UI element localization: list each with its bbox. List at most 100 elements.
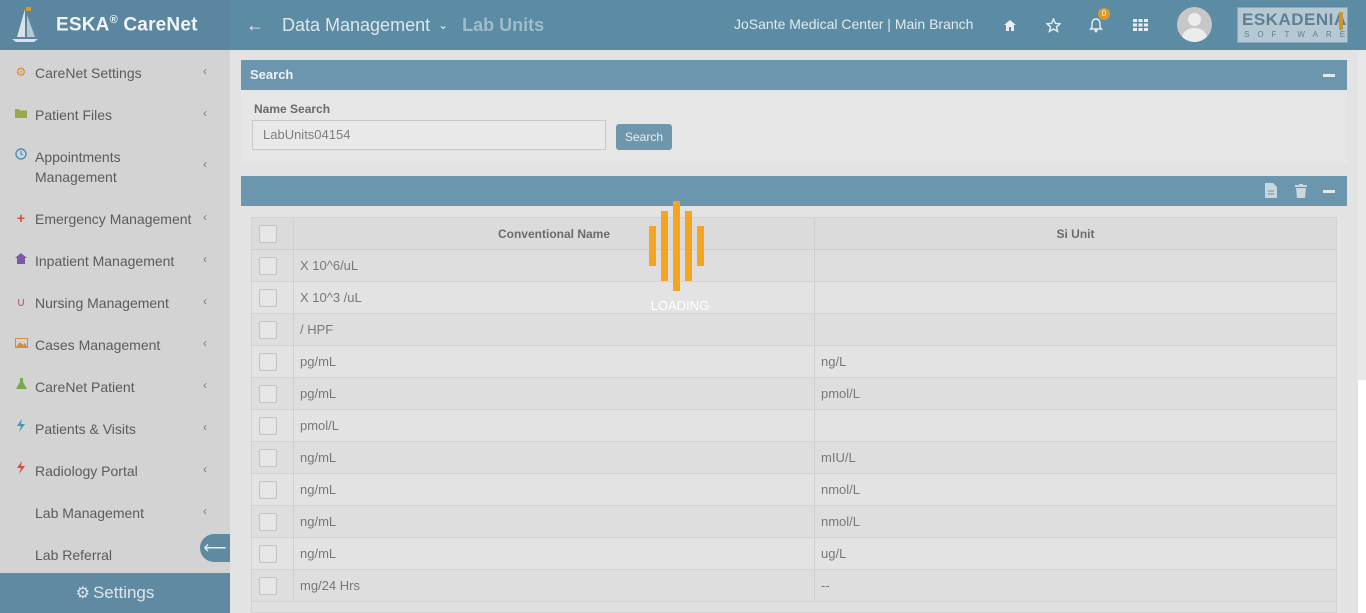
- cell-conventional-name: X 10^3 /uL: [300, 290, 362, 305]
- page-edge: [1358, 380, 1366, 613]
- sidebar-item-label: Lab Referral: [35, 547, 113, 563]
- cell-si-unit: pmol/L: [821, 386, 861, 401]
- bell-icon[interactable]: 0: [1084, 8, 1110, 37]
- table-row[interactable]: ng/mL ug/L: [252, 538, 1336, 570]
- table-row[interactable]: X 10^6/uL: [252, 250, 1336, 282]
- cell-conventional-name: ng/mL: [300, 514, 337, 529]
- folder-icon: [14, 105, 28, 123]
- name-search-input[interactable]: LabUnits04154: [252, 120, 606, 150]
- settings-button[interactable]: ⚙ Settings: [0, 573, 230, 613]
- select-all-checkbox[interactable]: [259, 225, 277, 243]
- star-icon[interactable]: [1041, 13, 1065, 37]
- cell-conventional-name: ng/mL: [300, 546, 337, 561]
- row-checkbox[interactable]: [259, 257, 277, 275]
- table-row[interactable]: ng/mL nmol/L: [252, 474, 1336, 506]
- row-checkbox[interactable]: [259, 481, 277, 499]
- row-checkbox[interactable]: [259, 289, 277, 307]
- table-row[interactable]: pg/mL ng/L: [252, 346, 1336, 378]
- table-row[interactable]: / HPF: [252, 314, 1336, 346]
- column-header-conventional-name[interactable]: Conventional Name: [294, 227, 814, 241]
- cell-conventional-name: pg/mL: [300, 354, 337, 369]
- user-avatar[interactable]: [1177, 7, 1212, 42]
- sidebar-item-patient-files[interactable]: Patient Files ‹: [0, 105, 230, 125]
- flask-icon: [14, 377, 28, 395]
- home-icon[interactable]: [998, 13, 1022, 37]
- breadcrumb-current: Lab Units: [462, 14, 545, 35]
- sidebar-item-cases[interactable]: Cases Management ‹: [0, 335, 230, 355]
- trash-icon[interactable]: [1293, 176, 1309, 208]
- sidebar-item-carenet-patient[interactable]: CareNet Patient ‹: [0, 377, 230, 397]
- row-checkbox[interactable]: [259, 449, 277, 467]
- cell-si-unit: ug/L: [821, 546, 847, 561]
- row-checkbox[interactable]: [259, 385, 277, 403]
- sidebar-item-nursing[interactable]: ∪ Nursing Management ‹: [0, 293, 230, 313]
- chevron-down-icon[interactable]: ⌄: [438, 18, 448, 32]
- sidebar-item-label: Nursing Management: [35, 295, 169, 311]
- cell-conventional-name: / HPF: [300, 322, 334, 337]
- bolt-icon: [14, 461, 28, 479]
- breadcrumb-data-management[interactable]: Data Management: [282, 15, 430, 36]
- chevron-left-icon: ‹: [203, 504, 207, 518]
- main-content: Search Name Search LabUnits04154 Search …: [230, 50, 1358, 613]
- row-checkbox[interactable]: [259, 513, 277, 531]
- clock-icon: [14, 147, 28, 165]
- loading-text: LOADING: [650, 298, 710, 313]
- sidebar-item-carenet-settings[interactable]: ⚙ CareNet Settings ‹: [0, 63, 230, 83]
- row-checkbox[interactable]: [259, 353, 277, 371]
- collapse-sidebar-icon[interactable]: ⟵: [200, 534, 230, 562]
- settings-label: Settings: [92, 583, 155, 602]
- search-button[interactable]: Search: [616, 124, 672, 150]
- table-row[interactable]: mg/24 Hrs --: [252, 570, 1336, 602]
- sidebar-item-lab-management[interactable]: Lab Management ‹: [0, 503, 230, 523]
- lab-units-table: Conventional Name Si Unit X 10^6/uL X 10^…: [251, 217, 1337, 613]
- row-checkbox[interactable]: [259, 321, 277, 339]
- cell-conventional-name: ng/mL: [300, 450, 337, 465]
- sidebar-item-label: Radiology Portal: [35, 463, 138, 479]
- sidebar-item-emergency[interactable]: + Emergency Management ‹: [0, 209, 230, 229]
- sidebar-item-label: Appointments Management: [35, 149, 121, 185]
- cell-conventional-name: ng/mL: [300, 482, 337, 497]
- loading-indicator: LOADING: [640, 198, 720, 318]
- sidebar-item-inpatient[interactable]: Inpatient Management ‹: [0, 251, 230, 271]
- bolt-icon: [14, 419, 28, 437]
- chevron-left-icon: ‹: [203, 64, 207, 78]
- collapse-minus-icon[interactable]: [1323, 190, 1335, 193]
- home-icon: [14, 251, 28, 269]
- eskadenia-software-logo: ESKADENIA SOFTWARE: [1237, 7, 1348, 43]
- sidebar-item-label: Lab Management: [35, 505, 144, 521]
- table-row[interactable]: ng/mL mIU/L: [252, 442, 1336, 474]
- row-checkbox[interactable]: [259, 545, 277, 563]
- sidebar-item-radiology[interactable]: Radiology Portal ‹: [0, 461, 230, 481]
- sidebar-item-lab-referral[interactable]: Lab Referral: [0, 545, 230, 565]
- sidebar-item-label: Emergency Management: [35, 211, 192, 227]
- sidebar-item-patients-visits[interactable]: Patients & Visits ‹: [0, 419, 230, 439]
- brand[interactable]: ESKA® CareNet: [0, 0, 230, 50]
- row-checkbox[interactable]: [259, 417, 277, 435]
- table-row[interactable]: ng/mL nmol/L: [252, 506, 1336, 538]
- cell-si-unit: nmol/L: [821, 482, 861, 497]
- cell-si-unit: ng/L: [821, 354, 847, 369]
- chevron-left-icon: ‹: [203, 106, 207, 120]
- sidebar-item-label: Inpatient Management: [35, 253, 175, 269]
- column-header-si-unit[interactable]: Si Unit: [815, 227, 1336, 241]
- chevron-left-icon: ‹: [203, 462, 207, 476]
- table-row[interactable]: pg/mL pmol/L: [252, 378, 1336, 410]
- chevron-left-icon: ‹: [203, 252, 207, 266]
- search-panel-body: Name Search LabUnits04154 Search: [241, 90, 1347, 164]
- table-row[interactable]: pmol/L: [252, 410, 1336, 442]
- table-row[interactable]: X 10^3 /uL: [252, 282, 1336, 314]
- row-checkbox[interactable]: [259, 577, 277, 595]
- sidebar-item-appointments[interactable]: Appointments Management ‹: [0, 147, 230, 187]
- cell-conventional-name: pg/mL: [300, 386, 337, 401]
- collapse-minus-icon[interactable]: [1323, 74, 1335, 77]
- cell-conventional-name: mg/24 Hrs: [300, 578, 360, 593]
- sidebar-item-label: Patients & Visits: [35, 421, 136, 437]
- grid-menu-icon[interactable]: [1128, 13, 1152, 37]
- cell-conventional-name: X 10^6/uL: [300, 258, 359, 273]
- export-file-icon[interactable]: [1263, 176, 1279, 208]
- page-scrollbar-track[interactable]: [1358, 50, 1366, 380]
- gear-icon: ⚙: [75, 585, 90, 602]
- back-arrow-icon[interactable]: ←: [244, 15, 266, 36]
- center-branch-name[interactable]: JoSante Medical Center | Main Branch: [734, 16, 973, 32]
- chevron-left-icon: ‹: [203, 294, 207, 308]
